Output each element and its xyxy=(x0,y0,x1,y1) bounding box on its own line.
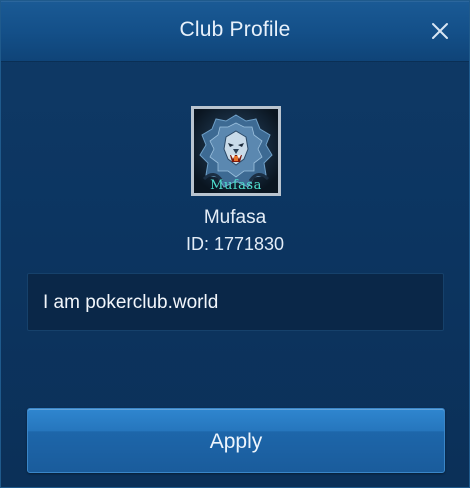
close-icon[interactable] xyxy=(429,20,451,42)
club-avatar[interactable]: Mufasa xyxy=(191,106,281,196)
club-description-field[interactable]: I am pokerclub.world xyxy=(27,273,444,331)
club-description-text: I am pokerclub.world xyxy=(43,292,219,313)
club-profile-dialog: Club Profile Mufasa Mufasa ID: 1771830 I… xyxy=(0,0,470,488)
club-name: Mufasa xyxy=(203,207,267,228)
club-id: ID: 1771830 xyxy=(185,234,285,254)
avatar-caption: Mufasa xyxy=(210,178,262,193)
apply-button[interactable]: Apply xyxy=(27,408,445,473)
apply-button-label: Apply xyxy=(209,430,263,453)
dialog-title: Club Profile xyxy=(179,18,291,41)
dialog-header: Club Profile xyxy=(1,1,469,62)
